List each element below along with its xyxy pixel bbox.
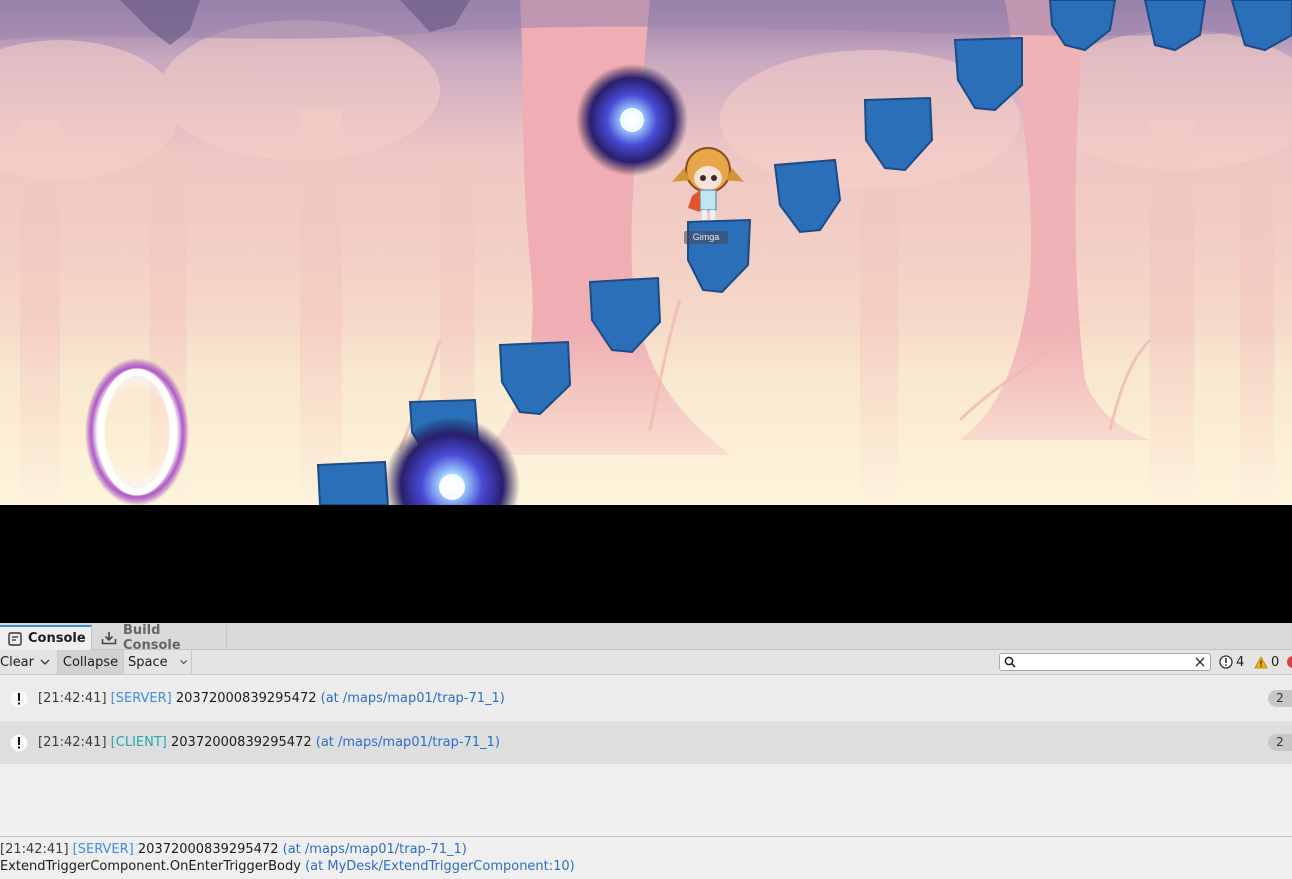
game-scene bbox=[0, 0, 1292, 505]
log-detail-pane: [21:42:41] [SERVER] 20372000839295472 (a… bbox=[0, 836, 1292, 879]
log-timestamp: [21:42:41] bbox=[38, 735, 107, 750]
collapse-label: Collapse bbox=[62, 654, 119, 670]
player-character bbox=[672, 147, 744, 220]
chevron-down-icon bbox=[180, 660, 187, 665]
tab-build-console[interactable]: Build Console bbox=[93, 622, 227, 653]
log-icon bbox=[10, 734, 28, 751]
console-tab-bar: Console Build Console bbox=[0, 622, 1292, 653]
clear-button[interactable]: Clear bbox=[0, 650, 38, 674]
clear-button-label: Clear bbox=[0, 654, 34, 670]
log-message: 20372000839295472 bbox=[171, 735, 312, 750]
log-location-link[interactable]: (at /maps/map01/trap-71_1) bbox=[321, 691, 505, 706]
error-filter-toggle[interactable]: 4 bbox=[1219, 650, 1244, 674]
detail-timestamp: [21:42:41] bbox=[0, 842, 69, 857]
tab-console-label: Console bbox=[28, 631, 86, 646]
clear-search-icon[interactable] bbox=[1194, 656, 1206, 668]
log-location-link[interactable]: (at /maps/map01/trap-71_1) bbox=[316, 735, 500, 750]
detail-location-link[interactable]: (at /maps/map01/trap-71_1) bbox=[283, 842, 467, 857]
message-filter-icon[interactable] bbox=[1287, 656, 1292, 668]
detail-source-tag: [SERVER] bbox=[72, 842, 134, 857]
log-count-badge: 2 bbox=[1268, 734, 1292, 751]
detail-line-2: ExtendTriggerComponent.OnEnterTriggerBod… bbox=[0, 858, 1292, 875]
console-icon bbox=[8, 631, 22, 646]
log-entry[interactable]: [21:42:41] [SERVER] 20372000839295472 (a… bbox=[0, 677, 1292, 720]
log-source-tag: [SERVER] bbox=[110, 691, 172, 706]
detail-message: 20372000839295472 bbox=[137, 842, 279, 857]
stack-frame: ExtendTriggerComponent.OnEnterTriggerBod… bbox=[0, 859, 301, 874]
space-dropdown[interactable]: Space bbox=[124, 650, 192, 674]
log-entry[interactable]: [21:42:41] [CLIENT] 20372000839295472 (a… bbox=[0, 721, 1292, 764]
log-count-badge: 2 bbox=[1268, 690, 1292, 707]
warning-filter-toggle[interactable]: 0 bbox=[1254, 650, 1279, 674]
detail-line-1: [21:42:41] [SERVER] 20372000839295472 (a… bbox=[0, 841, 1292, 858]
tab-build-console-label: Build Console bbox=[123, 622, 181, 653]
download-icon bbox=[101, 631, 117, 644]
error-icon bbox=[1219, 655, 1233, 669]
console-panel: Console Build Console Clear Collapse Spa… bbox=[0, 623, 1292, 879]
log-timestamp: [21:42:41] bbox=[38, 691, 107, 706]
clear-options-dropdown[interactable] bbox=[36, 650, 58, 674]
search-field[interactable] bbox=[999, 653, 1211, 671]
warning-icon bbox=[1254, 655, 1268, 668]
error-count: 4 bbox=[1236, 654, 1245, 670]
chevron-down-icon bbox=[40, 659, 50, 665]
letterbox-area bbox=[0, 505, 1292, 623]
log-icon bbox=[10, 690, 28, 707]
search-icon bbox=[1004, 656, 1016, 668]
space-label: Space bbox=[128, 654, 168, 670]
log-source-tag: [CLIENT] bbox=[110, 735, 167, 750]
character-name-tag: Gimga bbox=[684, 231, 728, 244]
tab-console[interactable]: Console bbox=[0, 625, 92, 650]
collapse-toggle[interactable]: Collapse bbox=[58, 650, 124, 674]
console-toolbar: Clear Collapse Space 4 0 bbox=[0, 650, 1292, 675]
warning-count: 0 bbox=[1271, 654, 1280, 670]
stack-frame-link[interactable]: (at MyDesk/ExtendTriggerComponent:10) bbox=[305, 859, 575, 874]
log-message: 20372000839295472 bbox=[175, 691, 317, 706]
game-viewport[interactable]: Gimga bbox=[0, 0, 1292, 505]
